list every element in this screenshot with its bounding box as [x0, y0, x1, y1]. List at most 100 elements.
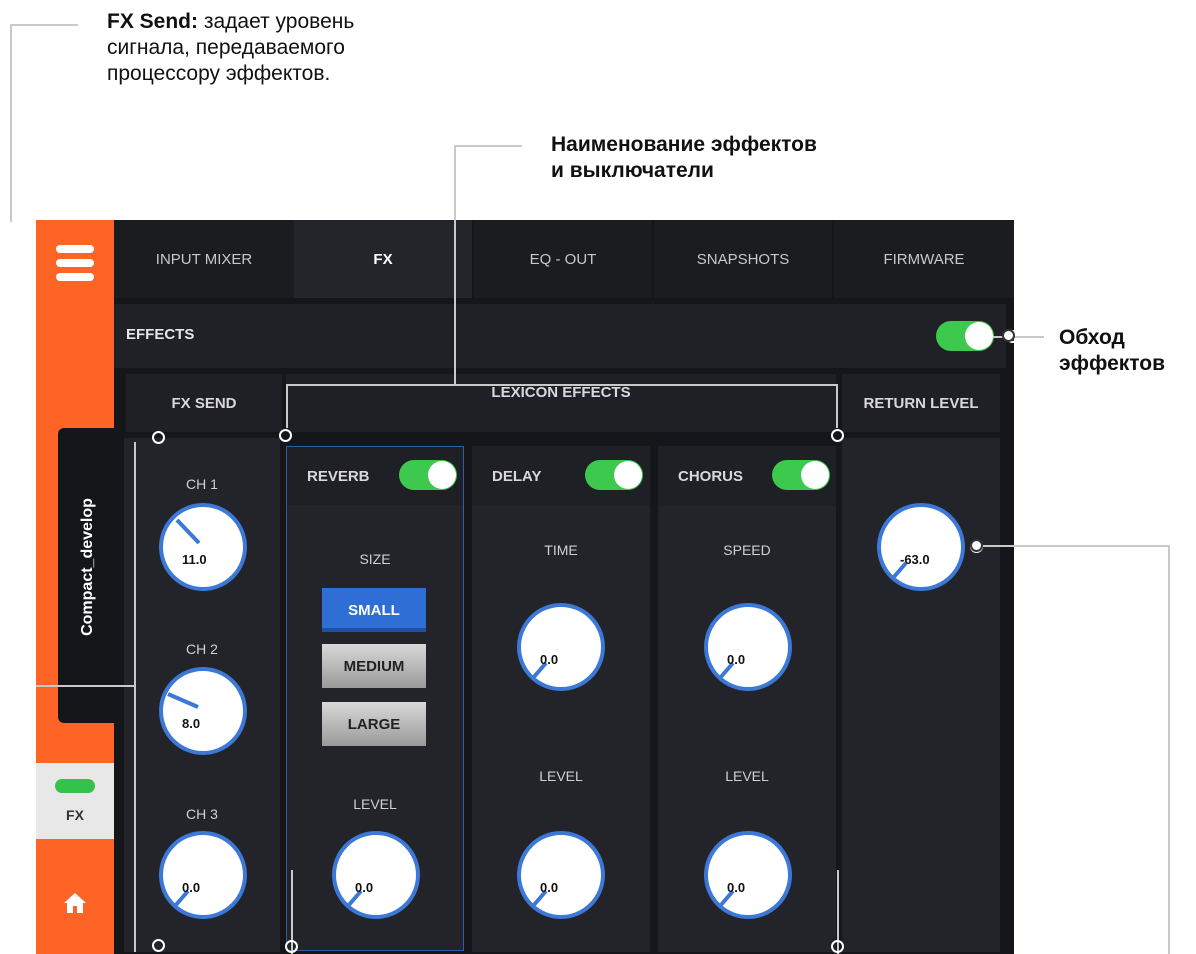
delay-level-knob[interactable]: 0.0	[516, 830, 606, 920]
callout-line	[454, 145, 522, 147]
effects-names-callout: Наименование эффектов и выключатели	[551, 132, 891, 184]
toggle-knob	[428, 461, 456, 489]
toggle-knob	[801, 461, 829, 489]
callout-line	[836, 384, 838, 428]
tab-label: EQ - OUT	[529, 250, 597, 268]
chorus-speed-knob[interactable]: 0.0	[703, 602, 793, 692]
device-name: Compact_develop	[79, 498, 96, 636]
delay-time-label: TIME	[544, 542, 578, 558]
fx-send-callout: FX Send: задает уровень сигнала, передав…	[107, 9, 427, 87]
bypass-callout: Обход эффектов	[1059, 325, 1194, 377]
callout-line	[286, 384, 838, 386]
reverb-size-label: SIZE	[359, 551, 391, 567]
callout-line	[10, 24, 78, 26]
effects-bar: EFFECTS	[114, 304, 1006, 368]
tab-fx[interactable]: FX	[294, 220, 472, 298]
size-large-button[interactable]: LARGE	[322, 702, 426, 746]
size-small-button[interactable]: SMALL	[322, 588, 426, 632]
ch2-knob[interactable]: 8.0	[158, 666, 248, 756]
tab-firmware[interactable]: FIRMWARE	[834, 220, 1014, 298]
tab-bar: INPUT MIXER FX EQ - OUT SNAPSHOTS FIRMWA…	[114, 220, 1014, 298]
ch3-knob[interactable]: 0.0	[158, 830, 248, 920]
ch3-label: CH 3	[186, 806, 218, 822]
app-window: Compact_develop FX INPUT MIXER FX EQ - O…	[36, 220, 1014, 954]
home-icon[interactable]	[63, 892, 87, 914]
ch1-knob[interactable]: 11.0	[158, 502, 248, 592]
ch2-value: 8.0	[182, 716, 201, 731]
callout-dot	[831, 429, 844, 442]
chorus-level-value: 0.0	[727, 880, 746, 895]
tab-label: FX	[373, 250, 393, 268]
fx-send-callout-text-1: задает уровень	[198, 10, 355, 33]
effects-names-callout-line-2: и выключатели	[551, 159, 714, 182]
ch1-value: 11.0	[182, 552, 207, 567]
bypass-callout-line-2: эффектов	[1059, 352, 1166, 375]
delay-name: DELAY	[492, 467, 542, 485]
return-level-value: -63.0	[900, 552, 930, 567]
tab-snapshots[interactable]: SNAPSHOTS	[654, 220, 832, 298]
reverb-level-knob[interactable]: 0.0	[331, 830, 421, 920]
chorus-level-label: LEVEL	[725, 768, 769, 784]
delay-time-value: 0.0	[540, 652, 559, 667]
return-level-header: RETURN LEVEL	[842, 374, 1000, 432]
hamburger-icon[interactable]	[56, 245, 94, 285]
lexicon-header-label: LEXICON EFFECTS	[491, 384, 631, 401]
return-level-header-label: RETURN LEVEL	[863, 394, 979, 412]
reverb-level-label: LEVEL	[353, 796, 397, 812]
chorus-toggle[interactable]	[772, 460, 830, 490]
chorus-speed-label: SPEED	[723, 542, 771, 558]
delay-level-label: LEVEL	[539, 768, 583, 784]
tab-eq-out[interactable]: EQ - OUT	[474, 220, 652, 298]
tab-label: INPUT MIXER	[155, 250, 253, 268]
callout-dot	[831, 940, 844, 953]
callout-dot	[285, 940, 298, 953]
reverb-toggle[interactable]	[399, 460, 457, 490]
callout-line	[286, 384, 288, 428]
ch2-label: CH 2	[186, 641, 218, 657]
toggle-knob	[965, 322, 993, 350]
callout-dot	[152, 939, 165, 952]
ch3-value: 0.0	[182, 880, 201, 895]
reverb-level-value: 0.0	[355, 880, 374, 895]
callout-line	[454, 220, 456, 384]
delay-time-knob[interactable]: 0.0	[516, 602, 606, 692]
tab-label: SNAPSHOTS	[696, 250, 790, 268]
fx-send-callout-text-2: сигнала, передаваемого	[107, 36, 345, 59]
fx-send-header: FX SEND	[126, 374, 282, 432]
effects-names-callout-line-1: Наименование эффектов	[551, 133, 817, 156]
callout-line	[454, 145, 456, 221]
fx-led-indicator	[55, 779, 95, 793]
callout-dot	[1002, 329, 1015, 342]
callout-line	[1014, 336, 1044, 338]
toggle-knob	[614, 461, 642, 489]
size-medium-button[interactable]: MEDIUM	[322, 644, 426, 688]
ch1-label: CH 1	[186, 476, 218, 492]
fx-send-callout-title: FX Send:	[107, 10, 199, 33]
effects-label: EFFECTS	[126, 326, 195, 343]
callout-line	[1014, 545, 1170, 547]
callout-line	[36, 685, 136, 687]
callout-dot	[970, 539, 983, 552]
sidebar: Compact_develop FX	[36, 220, 118, 954]
tab-input-mixer[interactable]: INPUT MIXER	[114, 220, 294, 298]
reverb-name: REVERB	[307, 467, 370, 485]
chorus-speed-value: 0.0	[727, 652, 746, 667]
device-tab[interactable]: Compact_develop	[58, 428, 118, 723]
bypass-callout-line-1: Обход	[1059, 326, 1125, 349]
callout-line	[10, 24, 12, 222]
fx-send-callout-text-3: процессору эффектов.	[107, 62, 331, 85]
delay-level-value: 0.0	[540, 880, 559, 895]
chorus-name: CHORUS	[678, 467, 744, 485]
fx-send-header-label: FX SEND	[171, 394, 237, 412]
sidebar-item-fx[interactable]: FX	[36, 763, 114, 839]
effects-bypass-toggle[interactable]	[936, 321, 994, 351]
delay-toggle[interactable]	[585, 460, 643, 490]
callout-dot	[152, 431, 165, 444]
fx-tab-label: FX	[66, 807, 84, 823]
tab-label: FIRMWARE	[883, 250, 965, 268]
callout-line	[1168, 545, 1170, 954]
lexicon-header: LEXICON EFFECTS	[286, 374, 836, 432]
return-level-knob[interactable]: -63.0	[876, 502, 966, 592]
chorus-level-knob[interactable]: 0.0	[703, 830, 793, 920]
callout-line	[134, 442, 136, 952]
